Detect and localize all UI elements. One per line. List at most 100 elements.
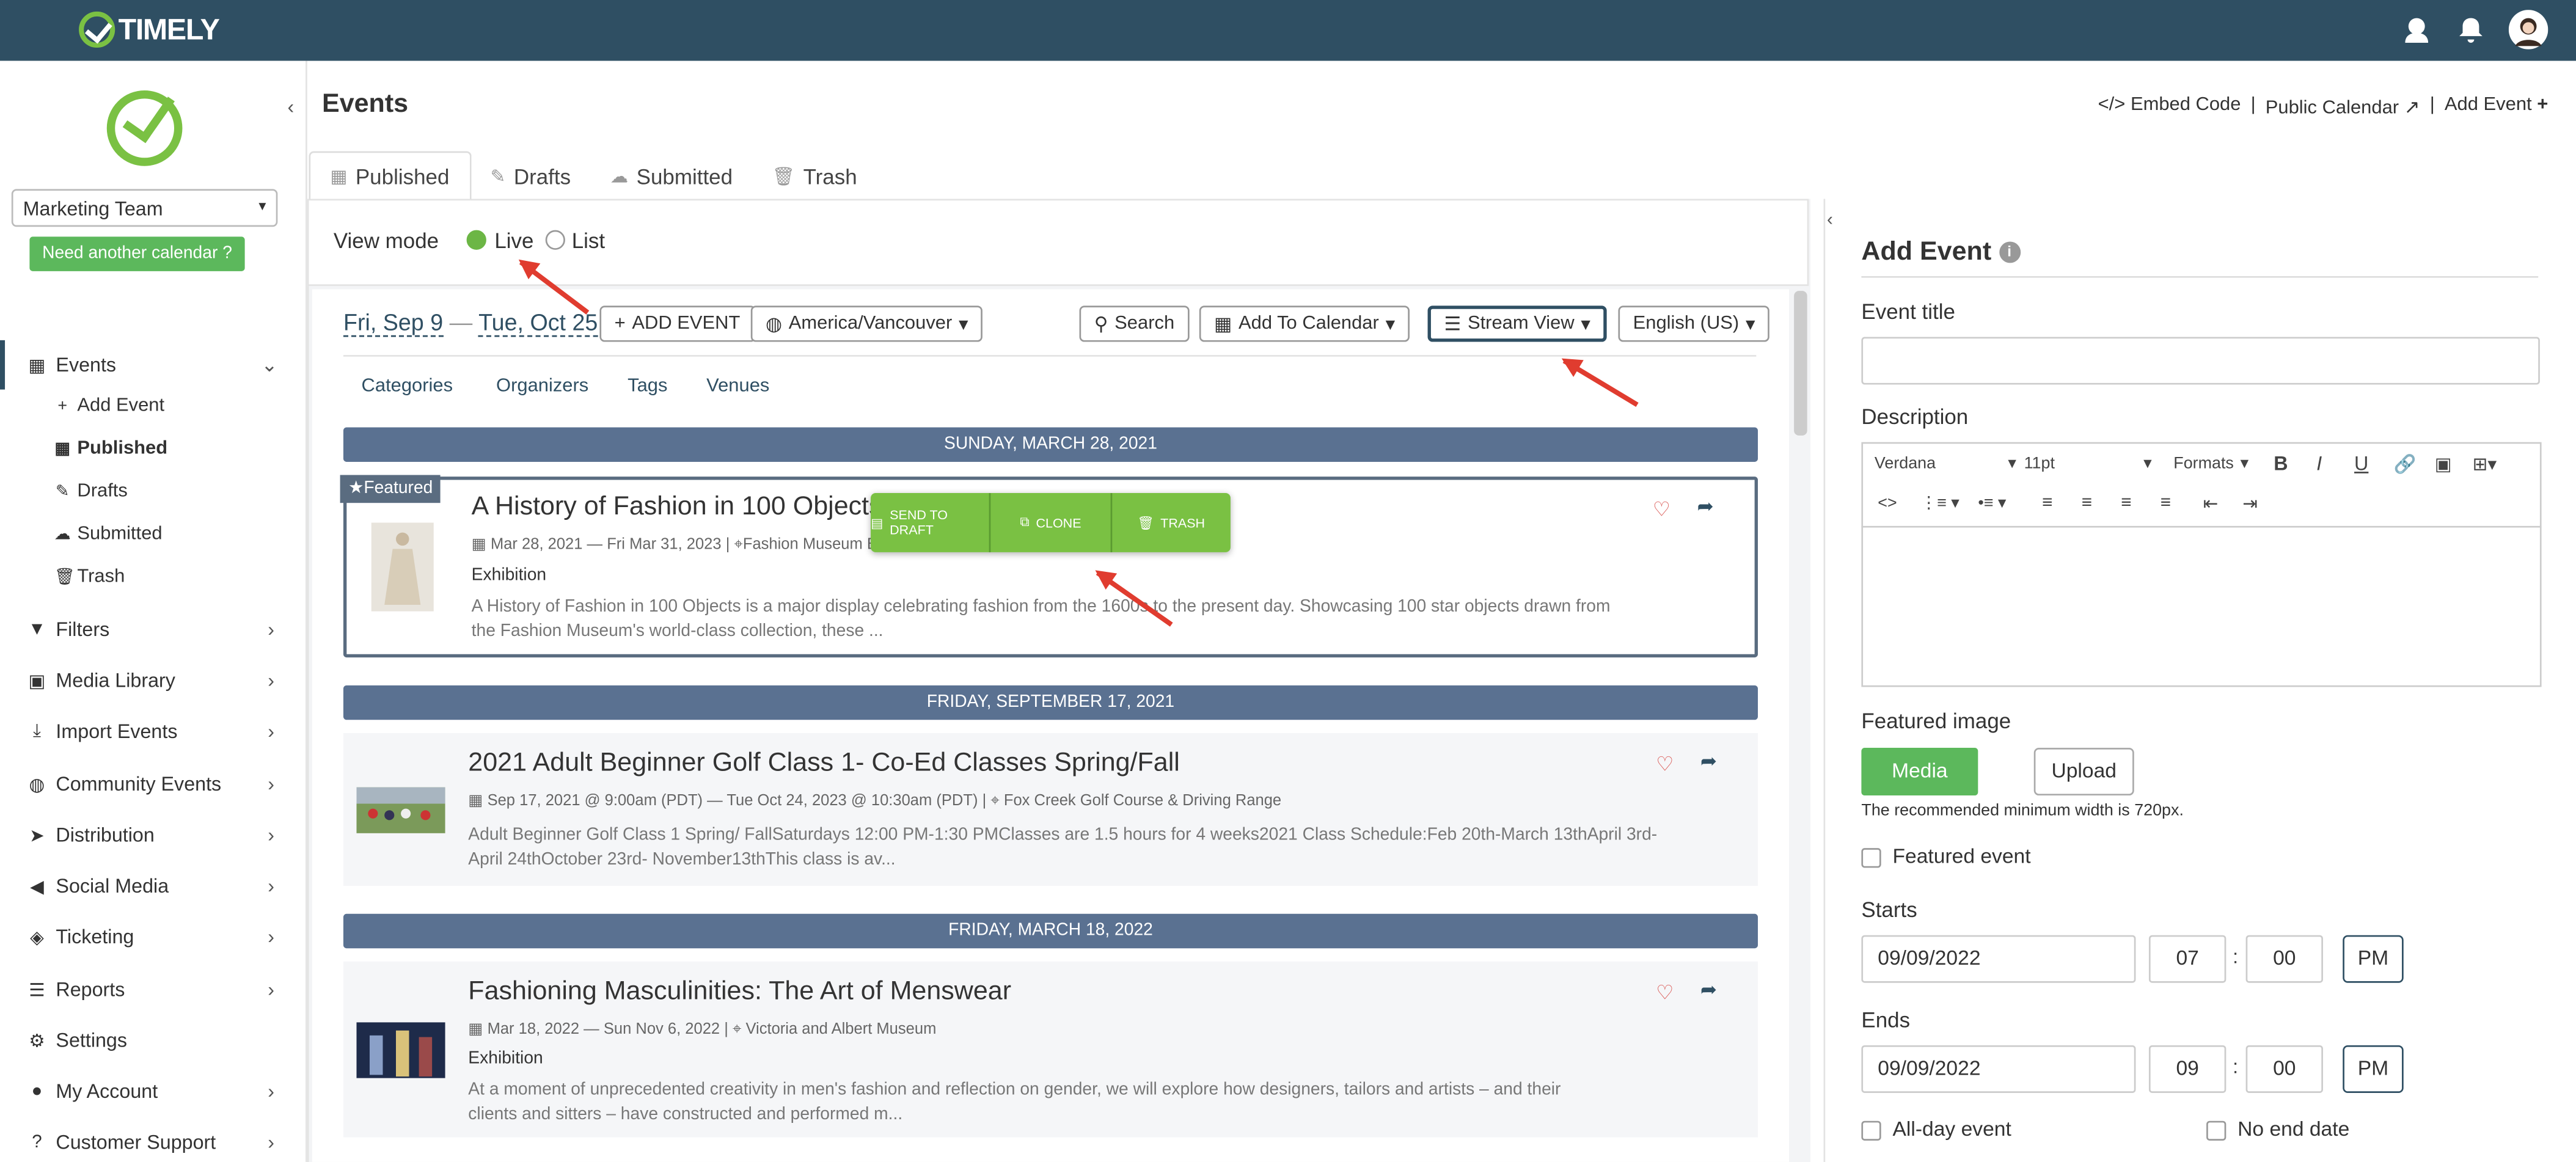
sidebar-subitem-trash[interactable]: 🗑 Trash [54,567,125,586]
ends-label: Ends [1861,1007,1911,1032]
list-label[interactable]: List [572,228,605,253]
view-dropdown[interactable]: ☰ Stream View ▾ [1427,305,1607,342]
share-icon[interactable]: ➦ [1700,750,1717,773]
search-button[interactable]: ⚲ Search [1079,305,1190,342]
sidebar-item-reports[interactable]: ☰ Reports › [0,970,307,1009]
sidebar-item-events[interactable]: ▦ Events ⌄ [0,345,307,385]
bold-icon[interactable]: B [2274,452,2288,475]
link-separator: | [2250,95,2256,115]
share-icon[interactable]: ➦ [1697,495,1714,518]
collapse-sidebar-icon[interactable]: ‹ [288,95,295,119]
sidebar-item-customer-support[interactable]: ? Customer Support › [0,1122,307,1162]
tab-trash[interactable]: 🗑 Trash [752,151,877,200]
date-to[interactable]: Tue, Oct 25 [478,309,598,337]
live-radio[interactable] [466,230,486,250]
sidebar-item-my-account[interactable]: ● My Account › [0,1072,307,1111]
public-calendar-link[interactable]: Public Calendar ↗ [2266,95,2420,118]
tab-drafts[interactable]: ✎ Drafts [470,151,590,200]
end-hour-input[interactable]: 09 [2148,1045,2227,1093]
sidebar-item-distribution[interactable]: ➤ Distribution › [0,815,307,855]
timezone-dropdown[interactable]: ◍ America/Vancouver ▾ [750,305,983,342]
description-textarea[interactable] [1861,525,2542,687]
underline-icon[interactable]: U [2354,452,2368,475]
avatar[interactable] [2508,10,2549,49]
list-radio[interactable] [545,230,565,250]
end-ampm-toggle[interactable]: PM [2343,1045,2404,1093]
support-agent-icon[interactable] [2402,15,2431,44]
sidebar-subitem-add-event[interactable]: + Add Event [54,396,164,415]
timely-logo[interactable]: TIMELY [79,10,220,49]
start-minute-input[interactable]: 00 [2245,935,2323,983]
tab-submitted[interactable]: ☁ Submitted [590,151,752,200]
event-title[interactable]: 2021 Adult Beginner Golf Class 1- Co-Ed … [468,750,1180,779]
formats-select[interactable]: Formats ▾ [2173,455,2249,473]
event-title-input[interactable] [1861,337,2540,385]
no-end-date-checkbox[interactable] [2206,1120,2227,1141]
tab-published[interactable]: ▦ Published [309,151,471,201]
subnav-tags[interactable]: Tags [628,376,667,396]
upload-button[interactable]: Upload [2033,748,2134,796]
all-day-checkbox[interactable] [1861,1120,1881,1141]
indent-icon[interactable]: ⇥ [2242,493,2258,514]
bell-icon[interactable] [2456,15,2486,44]
table-icon[interactable]: ⊞▾ [2473,453,2497,475]
sidebar-item-media-library[interactable]: ▣ Media Library › [0,660,307,700]
sidebar-item-import-events[interactable]: ⤓ Import Events › [0,712,307,751]
chevron-right-icon: › [268,874,275,897]
start-date-input[interactable]: 09/09/2022 [1861,935,2136,983]
clone-button[interactable]: ⧉ CLONE [991,493,1112,552]
outdent-icon[interactable]: ⇤ [2203,493,2219,514]
event-title[interactable]: A History of Fashion in 100 Objects [472,493,882,522]
source-code-icon[interactable]: <> [1878,495,1897,513]
font-size-select[interactable]: 11pt ▾ [2024,455,2152,473]
scrollbar[interactable] [1794,291,1807,436]
add-to-calendar-dropdown[interactable]: ▦ Add To Calendar ▾ [1199,305,1410,342]
end-date-input[interactable]: 09/09/2022 [1861,1045,2136,1093]
date-range[interactable]: Fri, Sep 9 — Tue, Oct 25 [343,309,598,337]
italic-icon[interactable]: I [2316,452,2322,475]
embed-code-link[interactable]: </> Embed Code [2098,95,2241,119]
align-justify-icon[interactable]: ≡ [2161,493,2171,513]
bullet-list-icon[interactable]: •≡ ▾ [1978,495,2006,513]
subnav-categories[interactable]: Categories [362,376,453,396]
live-label[interactable]: Live [494,228,533,253]
subnav-organizers[interactable]: Organizers [496,376,588,396]
heart-icon[interactable]: ♡ [1653,498,1670,521]
start-hour-input[interactable]: 07 [2148,935,2227,983]
add-event-button[interactable]: + ADD EVENT [599,305,755,342]
event-date: Mar 28, 2021 — Fri Mar 31, 2023 | [490,536,730,554]
start-ampm-toggle[interactable]: PM [2343,935,2404,983]
end-minute-input[interactable]: 00 [2245,1045,2323,1093]
media-library-button[interactable]: Media Library [1861,748,1978,830]
date-from[interactable]: Fri, Sep 9 [343,309,444,337]
featured-event-checkbox[interactable] [1861,848,1881,868]
sidebar-subitem-submitted[interactable]: ☁ Submitted [54,524,163,544]
numbered-list-icon[interactable]: ⋮≡ ▾ [1920,495,1959,513]
sidebar-item-ticketing[interactable]: ◈ Ticketing › [0,917,307,957]
trash-button[interactable]: 🗑 TRASH [1111,493,1230,552]
share-icon[interactable]: ➦ [1700,978,1717,1001]
sidebar-item-settings[interactable]: ⚙ Settings [0,1021,307,1061]
subnav-venues[interactable]: Venues [706,376,769,396]
collapse-panel-icon[interactable]: ‹ [1827,210,1833,230]
sidebar-subitem-published[interactable]: ▦ Published [54,439,167,458]
language-dropdown[interactable]: English (US) ▾ [1618,305,1770,342]
align-right-icon[interactable]: ≡ [2121,493,2131,513]
image-icon[interactable]: ▣ [2435,453,2452,475]
need-another-calendar-button[interactable]: Need another calendar ? [29,236,245,271]
align-center-icon[interactable]: ≡ [2082,493,2092,513]
font-family-select[interactable]: Verdana ▾ [1875,455,2016,473]
heart-icon[interactable]: ♡ [1656,981,1674,1004]
sidebar-item-social-media[interactable]: ◀ Social Media › [0,866,307,906]
sidebar-item-community-events[interactable]: ◍ Community Events › [0,764,307,804]
calendar-select[interactable]: Marketing Team ▾ [11,189,278,227]
sidebar-item-filters[interactable]: ▼ Filters › [0,610,307,649]
heart-icon[interactable]: ♡ [1656,753,1674,776]
align-left-icon[interactable]: ≡ [2042,493,2052,513]
add-event-link[interactable]: Add Event + [2445,95,2548,119]
sidebar-subitem-drafts[interactable]: ✎ Drafts [54,481,128,501]
send-to-draft-button[interactable]: ▤ SEND TO DRAFT [871,493,992,552]
info-icon[interactable]: i [1999,242,2021,264]
event-title[interactable]: Fashioning Masculinities: The Art of Men… [468,978,1011,1007]
link-icon[interactable]: 🔗 [2394,453,2417,475]
